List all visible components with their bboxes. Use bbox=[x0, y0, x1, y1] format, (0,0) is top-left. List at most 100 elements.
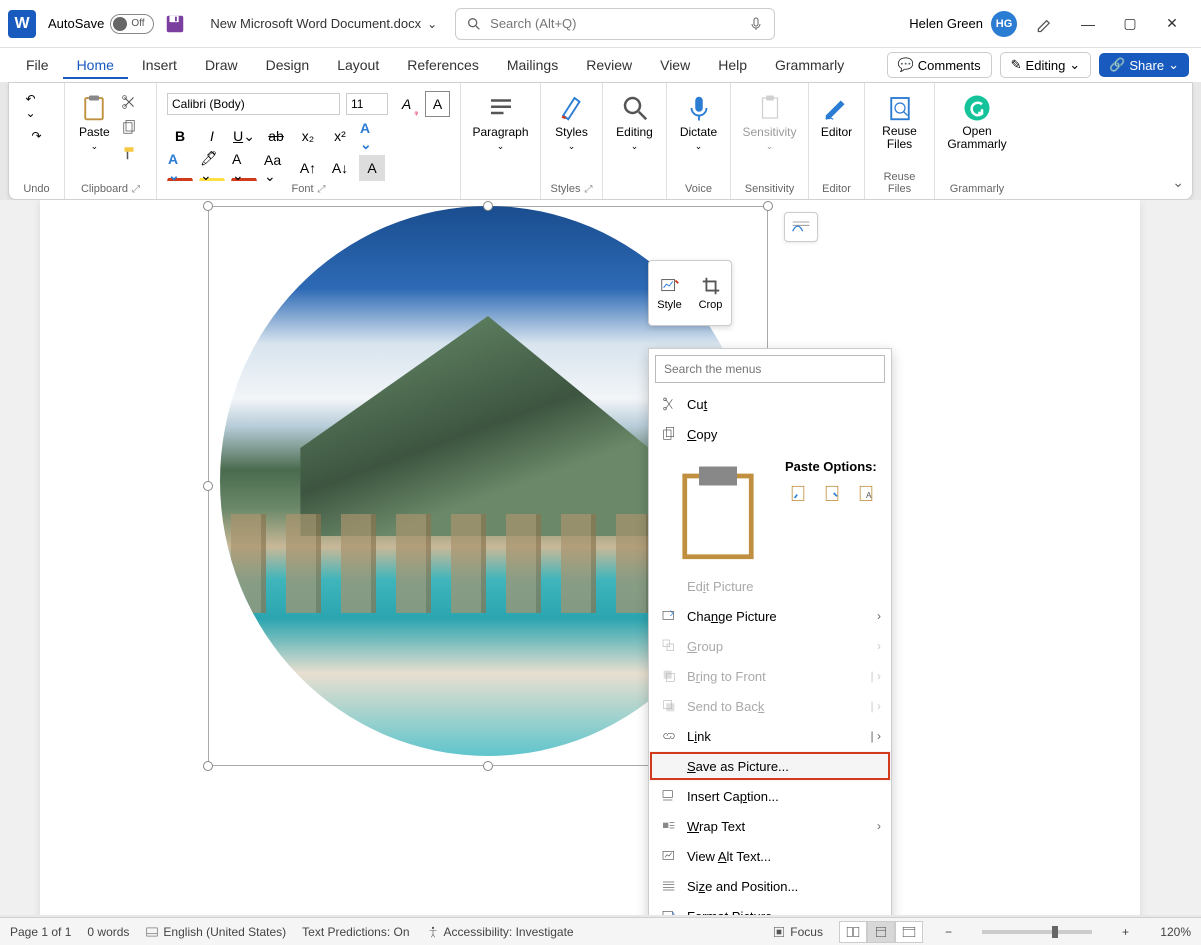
menu-link[interactable]: Link | › bbox=[649, 721, 891, 751]
font-size-combo[interactable] bbox=[346, 93, 388, 115]
ribbon-collapse-icon[interactable]: ⌄ bbox=[1172, 174, 1184, 191]
editor-button[interactable]: Editor bbox=[819, 89, 854, 143]
zoom-in-button[interactable]: + bbox=[1116, 925, 1135, 939]
document-title[interactable]: New Microsoft Word Document.docx⌄ bbox=[210, 16, 437, 31]
maximize-button[interactable]: ▢ bbox=[1109, 8, 1151, 40]
menu-search-input[interactable] bbox=[664, 362, 876, 376]
tab-file[interactable]: File bbox=[12, 51, 63, 79]
crop-button[interactable]: Crop bbox=[690, 261, 731, 325]
resize-handle-tm[interactable] bbox=[483, 201, 493, 211]
menu-save-as-picture[interactable]: Save as Picture... bbox=[649, 751, 891, 781]
resize-handle-tl[interactable] bbox=[203, 201, 213, 211]
page[interactable]: Style Crop Cut Copy Pa bbox=[40, 200, 1140, 915]
cut-icon[interactable] bbox=[120, 93, 138, 111]
copy-icon[interactable] bbox=[120, 119, 138, 137]
text-effects-button[interactable]: A ⌄ bbox=[359, 123, 385, 149]
font-color2-button[interactable]: A ⌄ bbox=[231, 155, 257, 181]
character-border-icon[interactable]: A bbox=[425, 91, 450, 117]
underline-button[interactable]: U ⌄ bbox=[231, 123, 257, 149]
save-icon[interactable] bbox=[164, 13, 186, 35]
menu-view-alt-text[interactable]: View Alt Text... bbox=[649, 841, 891, 871]
paste-keep-source[interactable] bbox=[785, 480, 811, 506]
italic-button[interactable]: I bbox=[199, 123, 225, 149]
focus-mode-button[interactable]: Focus bbox=[772, 925, 823, 939]
picture-style-button[interactable]: Style bbox=[649, 261, 690, 325]
tab-view[interactable]: View bbox=[646, 51, 704, 79]
subscript-button[interactable]: x₂ bbox=[295, 123, 321, 149]
mic-icon[interactable] bbox=[748, 16, 764, 32]
layout-options-button[interactable] bbox=[784, 212, 818, 242]
dictate-button[interactable]: Dictate⌄ bbox=[677, 89, 720, 156]
autosave-toggle[interactable]: Off bbox=[110, 14, 154, 34]
zoom-slider[interactable] bbox=[982, 930, 1092, 934]
shrink-font-button[interactable]: A↓ bbox=[327, 155, 353, 181]
change-case-button[interactable]: Aa ⌄ bbox=[263, 155, 289, 181]
close-button[interactable]: ✕ bbox=[1151, 8, 1193, 40]
document-area[interactable]: Style Crop Cut Copy Pa bbox=[0, 200, 1201, 915]
zoom-level[interactable]: 120% bbox=[1151, 925, 1191, 939]
tab-insert[interactable]: Insert bbox=[128, 51, 191, 79]
editing-button[interactable]: Editing⌄ bbox=[613, 89, 656, 156]
menu-change-picture[interactable]: Change Picture › bbox=[649, 601, 891, 631]
tab-references[interactable]: References bbox=[393, 51, 493, 79]
grammarly-button[interactable]: Open Grammarly bbox=[945, 89, 1009, 155]
styles-button[interactable]: Styles⌄ bbox=[551, 89, 592, 156]
paste-picture[interactable]: A bbox=[853, 480, 879, 506]
user-name[interactable]: Helen Green bbox=[909, 16, 983, 31]
paragraph-button[interactable]: Paragraph⌄ bbox=[471, 89, 530, 156]
tab-mailings[interactable]: Mailings bbox=[493, 51, 572, 79]
menu-format-picture[interactable]: Format Picture... bbox=[649, 901, 891, 915]
comments-button[interactable]: 💬 Comments bbox=[887, 52, 992, 78]
search-box[interactable] bbox=[455, 8, 775, 40]
language-indicator[interactable]: English (United States) bbox=[145, 925, 286, 939]
bold-button[interactable]: B bbox=[167, 123, 193, 149]
sensitivity-button[interactable]: Sensitivity⌄ bbox=[741, 89, 798, 156]
grow-font-button[interactable]: A↑ bbox=[295, 155, 321, 181]
tab-home[interactable]: Home bbox=[63, 51, 128, 79]
resize-handle-tr[interactable] bbox=[763, 201, 773, 211]
font-name-combo[interactable] bbox=[167, 93, 340, 115]
change-picture-icon bbox=[661, 608, 677, 624]
word-count[interactable]: 0 words bbox=[87, 925, 129, 939]
resize-handle-ml[interactable] bbox=[203, 481, 213, 491]
draw-mode-icon[interactable] bbox=[1035, 14, 1055, 34]
resize-handle-bm[interactable] bbox=[483, 761, 493, 771]
font-color-button[interactable]: A ⌄ bbox=[167, 155, 193, 181]
menu-insert-caption[interactable]: Insert Caption... bbox=[649, 781, 891, 811]
page-indicator[interactable]: Page 1 of 1 bbox=[10, 925, 71, 939]
reuse-files-button[interactable]: Reuse Files bbox=[875, 89, 924, 155]
format-painter-icon[interactable] bbox=[120, 145, 138, 163]
accessibility-indicator[interactable]: Accessibility: Investigate bbox=[426, 925, 574, 939]
menu-cut[interactable]: Cut bbox=[649, 389, 891, 419]
print-layout-button[interactable] bbox=[867, 921, 895, 943]
character-shading-button[interactable]: A bbox=[359, 155, 385, 181]
undo-button[interactable]: ↶ ⌄ bbox=[26, 95, 48, 117]
menu-copy[interactable]: Copy bbox=[649, 419, 891, 449]
strikethrough-button[interactable]: ab bbox=[263, 123, 289, 149]
menu-size-position[interactable]: Size and Position... bbox=[649, 871, 891, 901]
tab-help[interactable]: Help bbox=[704, 51, 761, 79]
redo-button[interactable]: ↷ bbox=[26, 125, 48, 147]
share-button[interactable]: 🔗 Share ⌄ bbox=[1099, 53, 1189, 77]
text-predictions-indicator[interactable]: Text Predictions: On bbox=[302, 925, 409, 939]
editing-mode-button[interactable]: ✎ Editing ⌄ bbox=[1000, 52, 1092, 78]
web-layout-button[interactable] bbox=[895, 921, 923, 943]
resize-handle-bl[interactable] bbox=[203, 761, 213, 771]
paste-merge[interactable] bbox=[819, 480, 845, 506]
paste-button[interactable]: Paste⌄ bbox=[75, 89, 114, 156]
tab-grammarly[interactable]: Grammarly bbox=[761, 51, 858, 79]
read-mode-button[interactable] bbox=[839, 921, 867, 943]
zoom-out-button[interactable]: − bbox=[939, 925, 958, 939]
highlight-button[interactable]: 🖊 ⌄ bbox=[199, 155, 225, 181]
tab-design[interactable]: Design bbox=[252, 51, 324, 79]
menu-wrap-text[interactable]: Wrap Text › bbox=[649, 811, 891, 841]
menu-search[interactable] bbox=[655, 355, 885, 383]
tab-draw[interactable]: Draw bbox=[191, 51, 252, 79]
user-avatar[interactable]: HG bbox=[991, 11, 1017, 37]
tab-review[interactable]: Review bbox=[572, 51, 646, 79]
search-input[interactable] bbox=[490, 16, 748, 31]
clear-formatting-icon[interactable]: Aᵩ bbox=[394, 91, 419, 117]
tab-layout[interactable]: Layout bbox=[323, 51, 393, 79]
superscript-button[interactable]: x² bbox=[327, 123, 353, 149]
minimize-button[interactable]: — bbox=[1067, 8, 1109, 40]
